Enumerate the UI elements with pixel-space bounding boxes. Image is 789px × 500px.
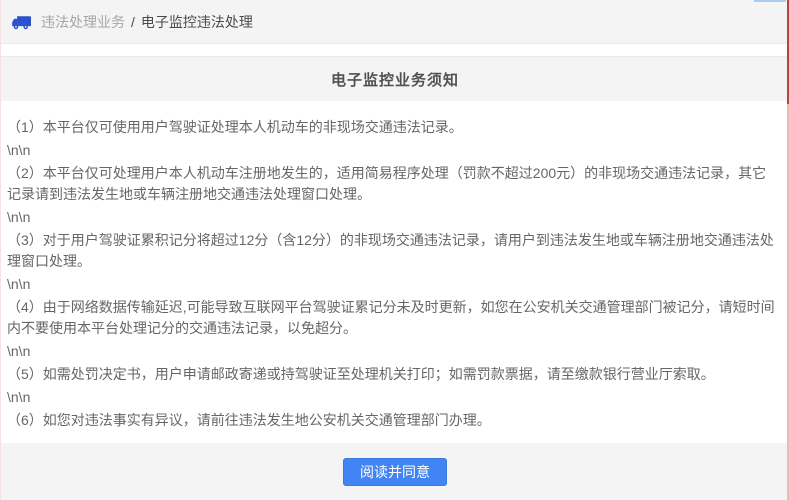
notice-panel: 电子监控业务须知 （1）本平台仅可使用用户驾驶证处理本人机动车的非现场交通违法记… bbox=[1, 56, 789, 500]
notice-paragraph: （2）本平台仅可处理用户本人机动车注册地发生的，适用简易程序处理（罚款不超过20… bbox=[7, 163, 775, 205]
page-title: 电子监控业务须知 bbox=[331, 69, 459, 90]
notice-paragraph: （3）对于用户驾驶证累积记分将超过12分（含12分）的非现场交通违法记录，请用户… bbox=[7, 230, 775, 272]
page: 违法处理业务 / 电子监控违法处理 电子监控业务须知 （1）本平台仅可使用用户驾… bbox=[0, 0, 789, 500]
notice-break-line: \n\n bbox=[7, 387, 775, 408]
breadcrumb-current: 电子监控违法处理 bbox=[141, 12, 253, 32]
notice-paragraph: （4）由于网络数据传输延迟,可能导致互联网平台驾驶证累记分未及时更新，如您在公安… bbox=[7, 297, 775, 339]
breadcrumb: 违法处理业务 / 电子监控违法处理 bbox=[41, 12, 253, 32]
breadcrumb-section[interactable]: 违法处理业务 bbox=[41, 12, 125, 32]
notice-panel-header: 电子监控业务须知 bbox=[1, 57, 789, 101]
notice-paragraph: （1）本平台仅可使用用户驾驶证处理本人机动车的非现场交通违法记录。 bbox=[7, 117, 775, 138]
notice-break-line: \n\n bbox=[7, 207, 775, 228]
breadcrumb-bar: 违法处理业务 / 电子监控违法处理 bbox=[1, 0, 789, 44]
top-edge-highlight bbox=[754, 0, 786, 2]
notice-footer: 阅读并同意 bbox=[1, 443, 789, 500]
notice-break-line: \n\n bbox=[7, 341, 775, 362]
notice-break-line: \n\n bbox=[7, 274, 775, 295]
breadcrumb-separator: / bbox=[131, 14, 135, 30]
agree-button[interactable]: 阅读并同意 bbox=[343, 458, 447, 486]
notice-paragraph: （5）如需处罚决定书，用户申请邮政寄递或持驾驶证至处理机关打印；如需罚款票据，请… bbox=[7, 364, 775, 385]
notice-paragraph: （6）如您对违法事实有异议，请前往违法发生地公安机关交通管理部门办理。 bbox=[7, 410, 775, 431]
truck-icon bbox=[11, 13, 33, 31]
notice-break-line: \n\n bbox=[7, 140, 775, 161]
notice-body: （1）本平台仅可使用用户驾驶证处理本人机动车的非现场交通违法记录。\n\n（2）… bbox=[1, 101, 789, 443]
